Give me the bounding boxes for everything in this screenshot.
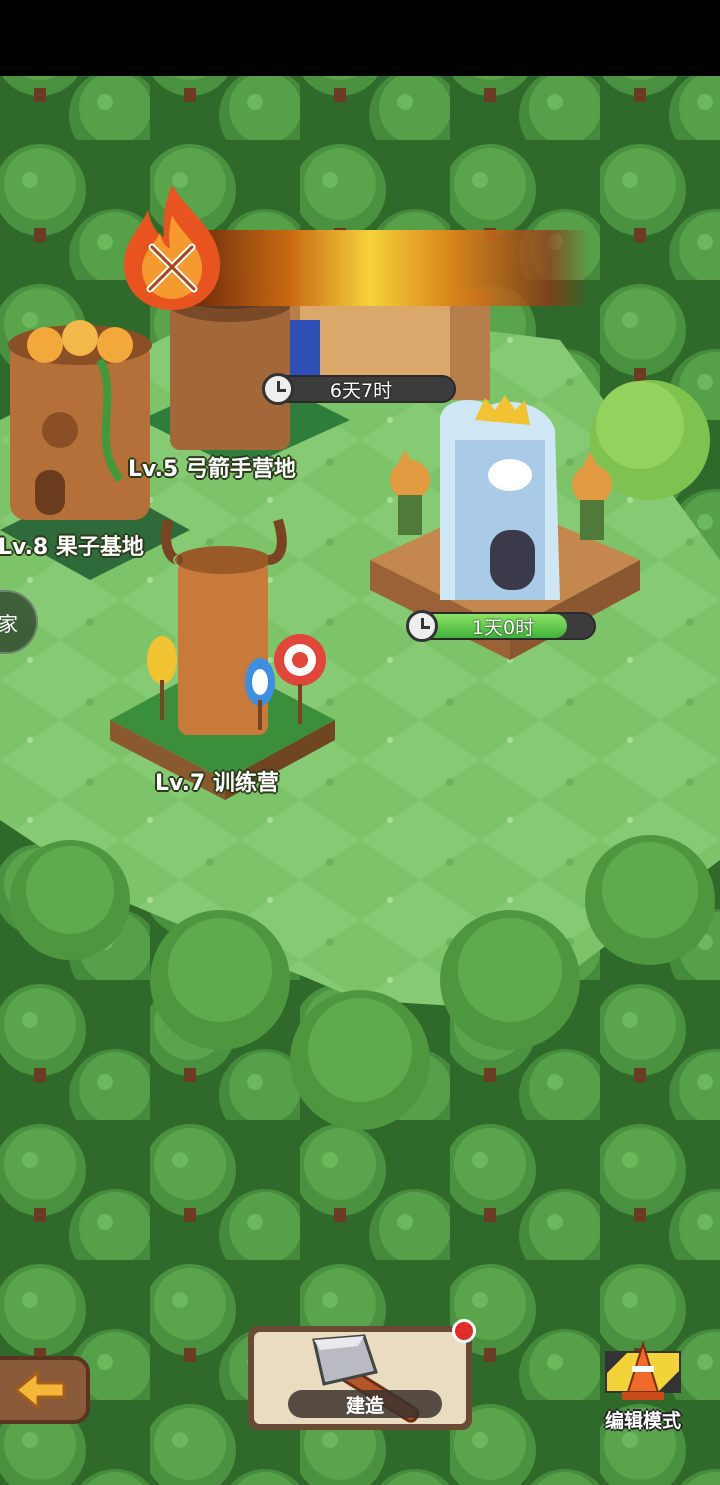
building-label-archer-camp: Lv.5 弓箭手营地 bbox=[128, 457, 296, 482]
battle-banner[interactable] bbox=[190, 230, 590, 306]
traffic-cone-icon bbox=[605, 1340, 681, 1400]
clock-icon bbox=[262, 373, 294, 405]
edit-mode-button[interactable]: 编辑模式 bbox=[598, 1340, 688, 1440]
upgrade-timer-ice-bear: 1天0时 bbox=[406, 610, 596, 642]
build-button-label: 建造 bbox=[288, 1390, 442, 1418]
building-label-fruit-base: Lv.8 果子基地 bbox=[0, 535, 144, 560]
flame-crossed-swords-icon[interactable] bbox=[120, 185, 224, 310]
timer-text: 1天0时 bbox=[471, 616, 535, 639]
timer-text: 6天7时 bbox=[329, 379, 393, 402]
clock-icon bbox=[406, 610, 438, 642]
upgrade-timer-archer-camp: 6天7时 bbox=[262, 373, 456, 405]
build-button[interactable]: 建造 bbox=[248, 1326, 472, 1430]
build-notification-dot bbox=[452, 1319, 476, 1343]
back-arrow-icon bbox=[14, 1370, 66, 1410]
building-label-training-camp: Lv.7 训练营 bbox=[155, 771, 279, 796]
home-side-button-label: 家 bbox=[0, 611, 18, 636]
back-button[interactable] bbox=[0, 1356, 90, 1424]
status-bar bbox=[0, 0, 720, 76]
edit-mode-label: 编辑模式 bbox=[604, 1410, 681, 1432]
